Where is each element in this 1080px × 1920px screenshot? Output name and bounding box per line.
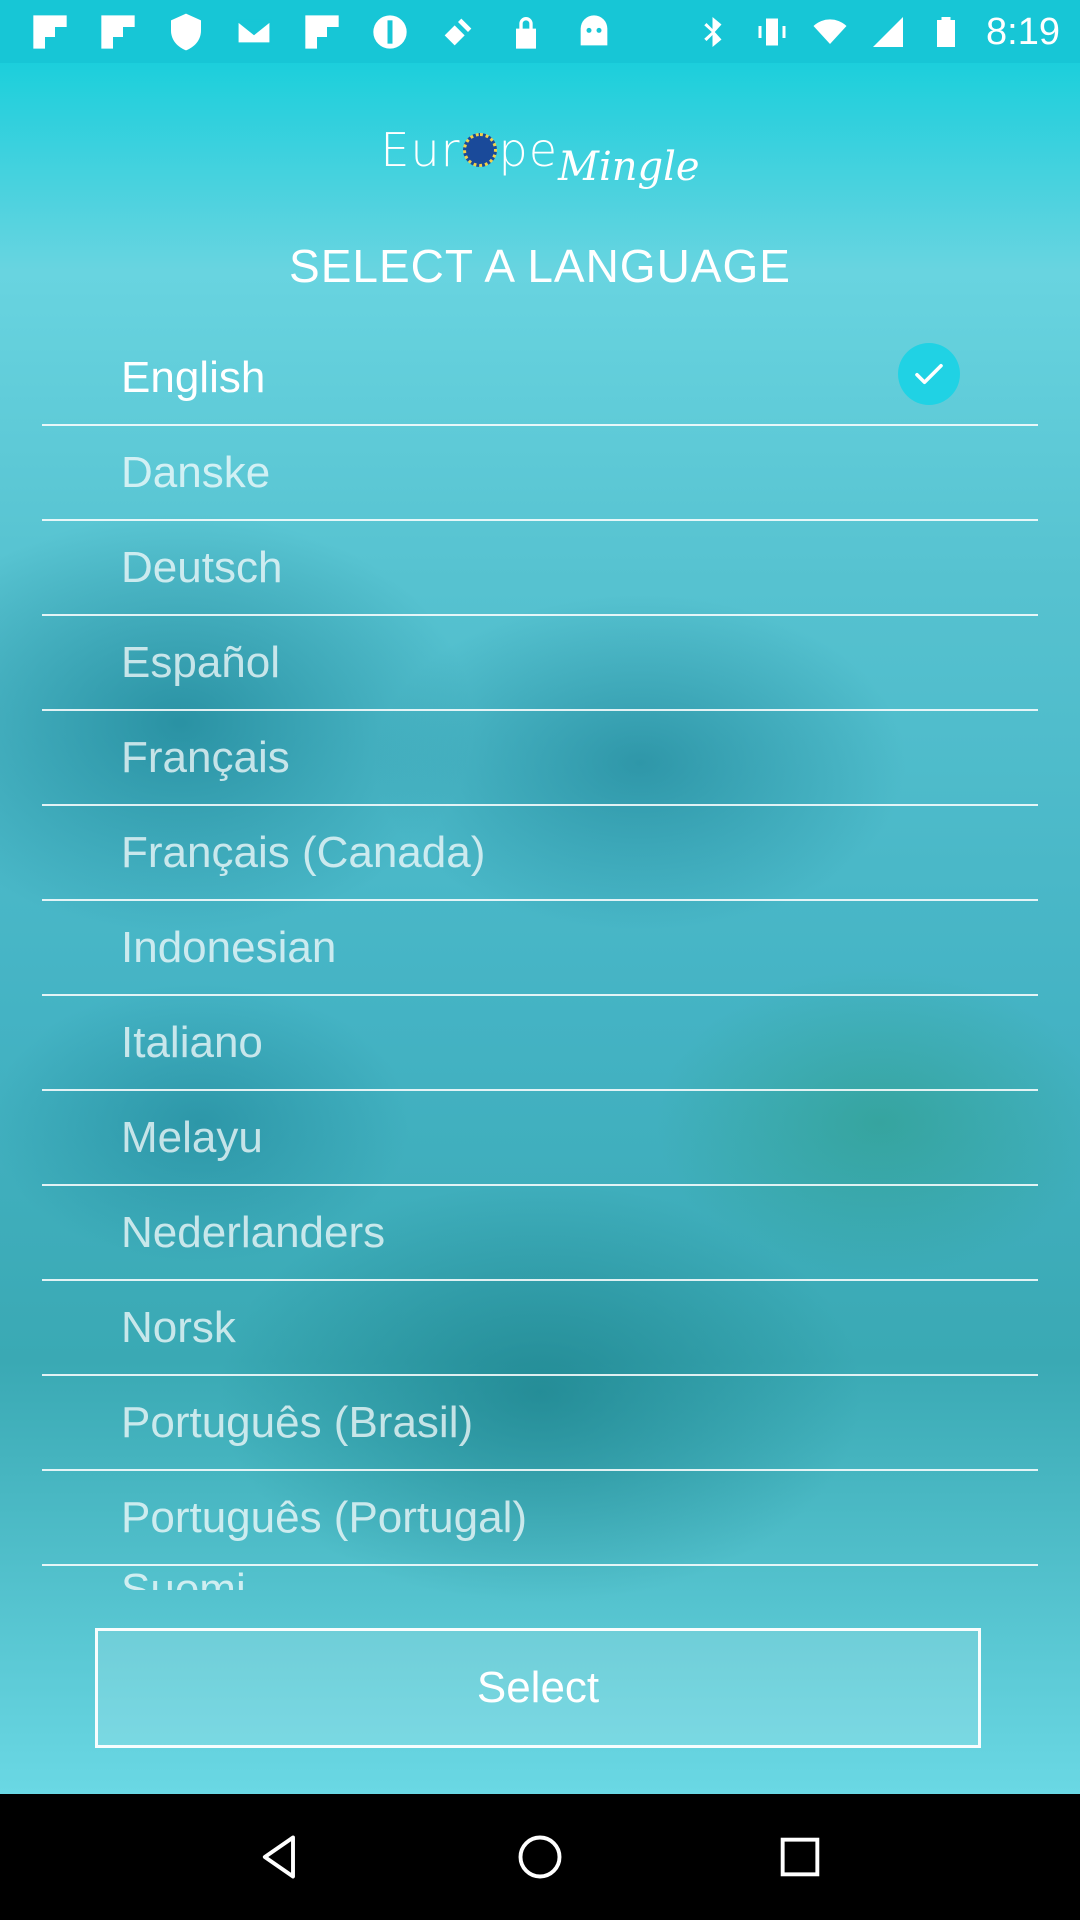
language-label: Nederlanders [121, 1208, 386, 1257]
language-label: Indonesian [121, 923, 337, 972]
navigation-bar [0, 1794, 1080, 1920]
bolt-circle-icon [368, 10, 412, 54]
lock-icon [504, 10, 548, 54]
app-screen: Eur peMingle SELECT A LANGUAGE English Da… [0, 63, 1080, 1794]
flipboard-icon [96, 10, 140, 54]
vibrate-icon [758, 18, 786, 46]
language-item-melayu[interactable]: Melayu [42, 1091, 1038, 1186]
logo-script-text: Mingle [558, 144, 700, 190]
language-label: Danske [121, 448, 271, 497]
status-bar: 8:19 [0, 0, 1080, 63]
language-label: Melayu [121, 1113, 263, 1162]
language-item-deutsch[interactable]: Deutsch [42, 521, 1038, 616]
system-icons: 8:19 [696, 8, 1060, 56]
language-item-suomi[interactable]: Suomi [121, 1568, 246, 1590]
europemingle-logo: Eur peMingle [0, 123, 1080, 190]
language-label: Français [121, 733, 290, 782]
language-item-portugues-portugal[interactable]: Português (Portugal) [42, 1471, 1038, 1566]
language-label: Français (Canada) [121, 828, 486, 877]
globe-icon [462, 132, 497, 167]
recents-icon[interactable] [770, 1827, 830, 1887]
language-label: Deutsch [121, 543, 283, 592]
wifi-icon [813, 19, 847, 44]
language-item-nederlanders[interactable]: Nederlanders [42, 1186, 1038, 1281]
battery-icon [937, 17, 956, 47]
logo-text: Eur pe [380, 123, 559, 177]
checkmark-icon [898, 343, 960, 405]
language-item-indonesian[interactable]: Indonesian [42, 901, 1038, 996]
page-title: SELECT A LANGUAGE [289, 240, 791, 292]
language-label: Norsk [121, 1303, 236, 1352]
satellite-icon [436, 10, 480, 54]
language-list: English Danske Deutsch Español Français … [42, 331, 1038, 1566]
select-button[interactable]: Select [95, 1628, 981, 1748]
language-item-espanol[interactable]: Español [42, 616, 1038, 711]
language-label: Português (Portugal) [121, 1493, 527, 1542]
flipboard-icon [300, 10, 344, 54]
notification-icons [28, 10, 616, 54]
flipboard-icon [28, 10, 72, 54]
mail-icon [232, 10, 276, 54]
clock: 8:19 [986, 10, 1060, 53]
android-icon [572, 10, 616, 54]
language-item-francais[interactable]: Français [42, 711, 1038, 806]
language-label: Português (Brasil) [121, 1398, 474, 1447]
language-item-italiano[interactable]: Italiano [42, 996, 1038, 1091]
language-item-danske[interactable]: Danske [42, 426, 1038, 521]
back-icon[interactable] [250, 1827, 310, 1887]
signal-icon [873, 17, 904, 47]
language-item-norsk[interactable]: Norsk [42, 1281, 1038, 1376]
shield-icon [164, 10, 208, 54]
home-icon[interactable] [510, 1827, 570, 1887]
language-item-francais-canada[interactable]: Français (Canada) [42, 806, 1038, 901]
language-label: English [121, 353, 266, 402]
language-label: Italiano [121, 1018, 263, 1067]
language-item-portugues-brasil[interactable]: Português (Brasil) [42, 1376, 1038, 1471]
bluetooth-icon [704, 17, 722, 47]
language-item-english[interactable]: English [42, 331, 1038, 426]
language-label: Español [121, 638, 281, 687]
